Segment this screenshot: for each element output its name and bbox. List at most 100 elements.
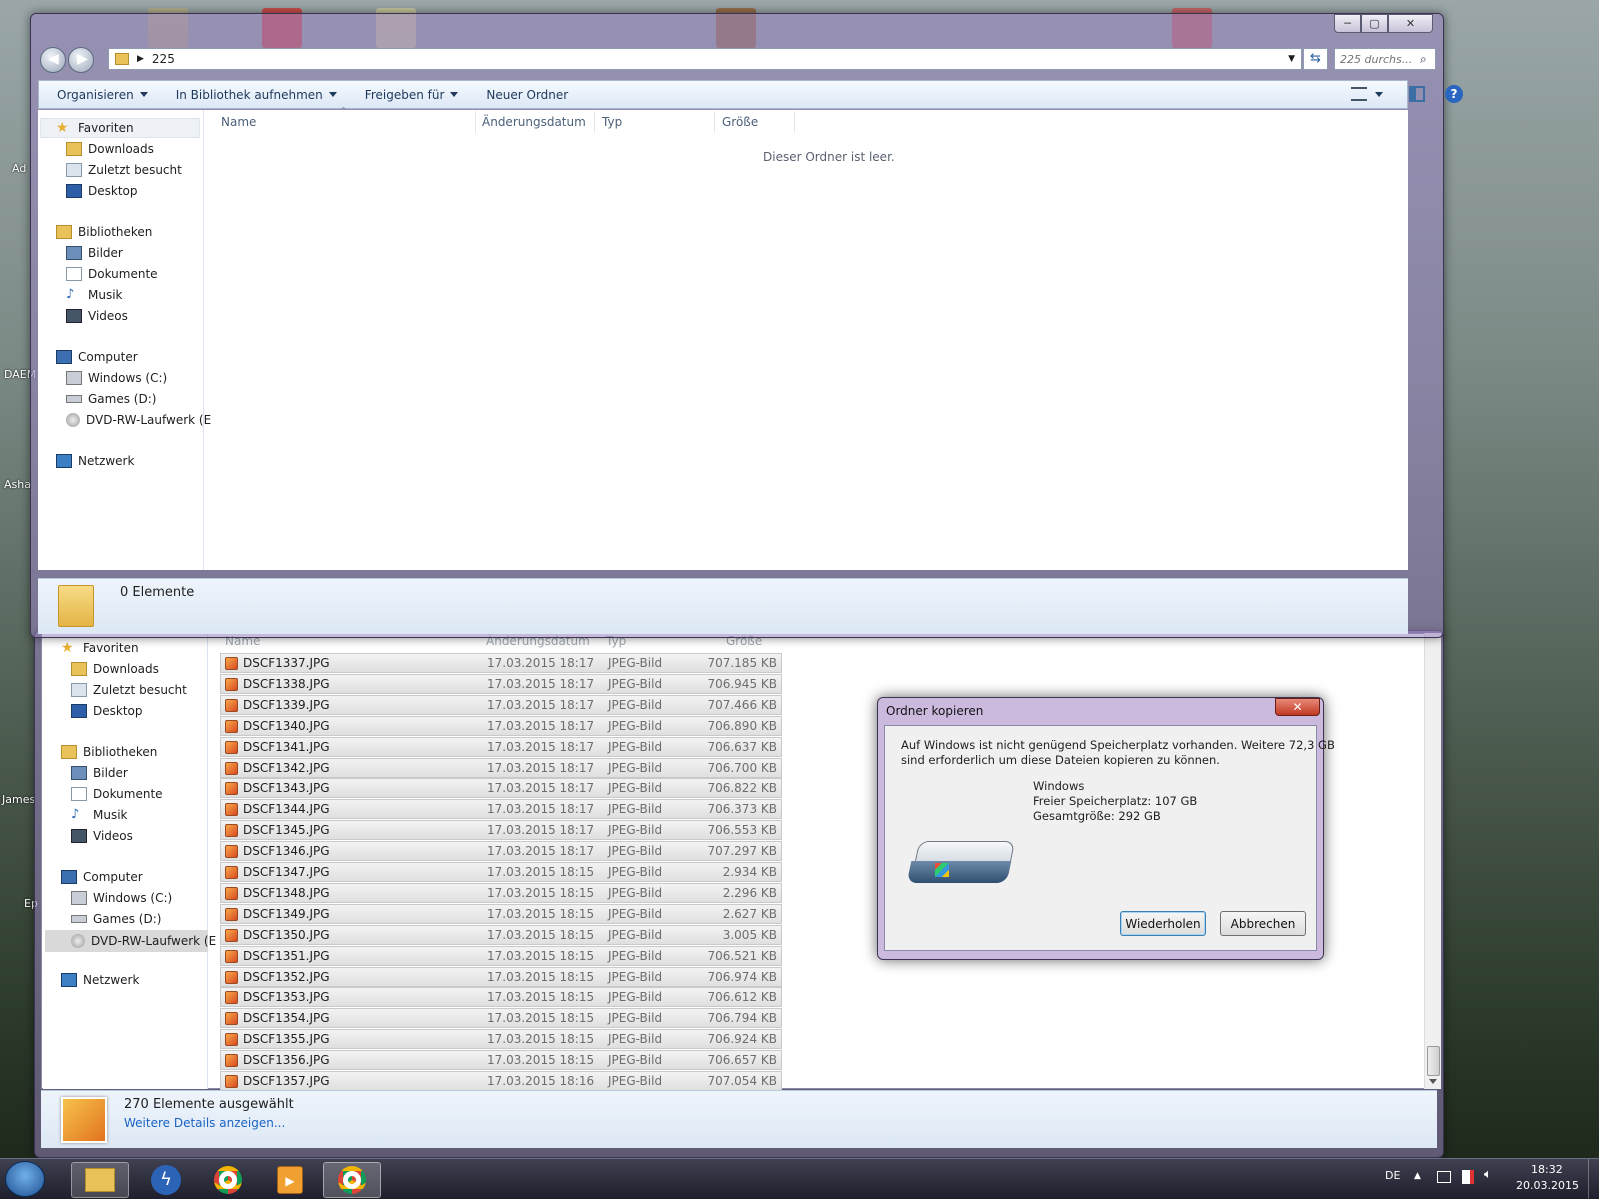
nav-computer[interactable]: Computer (56, 350, 138, 364)
file-row[interactable]: DSCF1344.JPG 17.03.2015 18:17 JPEG-Bild 706… (220, 799, 782, 820)
forward-button[interactable]: ▶ (68, 47, 94, 73)
file-row[interactable]: DSCF1341.JPG 17.03.2015 18:17 JPEG-Bild 706… (220, 736, 782, 757)
language-indicator[interactable]: DE (1385, 1169, 1400, 1182)
nav-drive-d[interactable]: Games (D:) (66, 392, 156, 406)
nav-desktop[interactable]: Desktop (71, 704, 143, 718)
nav-videos[interactable]: Videos (71, 829, 133, 843)
file-row[interactable]: DSCF1340.JPG 17.03.2015 18:17 JPEG-Bild 706… (220, 715, 782, 736)
address-bar[interactable]: ▶ 225 ▼ (108, 48, 1302, 70)
file-row[interactable]: DSCF1355.JPG 17.03.2015 18:15 JPEG-Bild 706… (220, 1029, 782, 1050)
column-separator[interactable] (794, 111, 795, 133)
file-row[interactable]: DSCF1347.JPG 17.03.2015 18:15 JPEG-Bild 2.9… (220, 862, 782, 882)
minimize-button[interactable]: ─ (1334, 14, 1361, 33)
nav-favorites[interactable]: ★ Favoriten (61, 641, 139, 655)
nav-network[interactable]: Netzwerk (61, 973, 139, 987)
file-row[interactable]: DSCF1356.JPG 17.03.2015 18:15 JPEG-Bild 706… (220, 1050, 782, 1071)
scrollbar-thumb[interactable] (1427, 1046, 1440, 1076)
taskbar-media-player[interactable]: ▶ (261, 1162, 319, 1198)
show-desktop-button[interactable] (1588, 1159, 1599, 1199)
start-button[interactable] (5, 1161, 45, 1197)
nav-downloads[interactable]: Downloads (71, 662, 159, 676)
nav-libraries[interactable]: Bibliotheken (56, 225, 152, 239)
taskbar-chrome-active[interactable] (323, 1162, 381, 1198)
file-row[interactable]: DSCF1349.JPG 17.03.2015 18:15 JPEG-Bild 2.6… (220, 903, 782, 924)
retry-button[interactable]: Wiederholen (1120, 911, 1206, 936)
column-header-date[interactable]: Änderungsdatum (482, 115, 586, 129)
clock-time[interactable]: 18:32 (1531, 1163, 1563, 1176)
file-row[interactable]: DSCF1339.JPG 17.03.2015 18:17 JPEG-Bild 707… (220, 694, 782, 715)
include-in-library-menu[interactable]: In Bibliothek aufnehmen (176, 88, 337, 102)
file-row[interactable]: DSCF1343.JPG 17.03.2015 18:17 JPEG-Bild 706… (220, 778, 782, 799)
dialog-close-button[interactable]: ✕ (1275, 698, 1320, 716)
maximize-button[interactable]: ▢ (1361, 14, 1388, 33)
column-separator[interactable] (475, 111, 476, 133)
nav-network[interactable]: Netzwerk (56, 454, 134, 468)
preview-pane-icon[interactable] (1409, 86, 1425, 102)
desktop-icon-label[interactable]: James (2, 793, 35, 806)
column-separator[interactable] (714, 111, 715, 133)
nav-desktop[interactable]: Desktop (66, 184, 138, 198)
nav-favorites[interactable]: ★ Favoriten (56, 121, 134, 135)
file-row[interactable]: DSCF1351.JPG 17.03.2015 18:15 JPEG-Bild 706… (220, 945, 782, 966)
vertical-scrollbar[interactable] (1424, 633, 1441, 1089)
nav-music[interactable]: ♪ Musik (71, 808, 128, 823)
volume-icon[interactable]: 🔈︎ (1484, 1167, 1492, 1182)
nav-computer[interactable]: Computer (61, 870, 143, 884)
file-row[interactable]: DSCF1345.JPG 17.03.2015 18:17 JPEG-Bild 706… (220, 820, 782, 841)
nav-documents[interactable]: Dokumente (66, 267, 158, 281)
search-icon[interactable]: ⌕ (1420, 52, 1427, 67)
cancel-button[interactable]: Abbrechen (1220, 911, 1306, 936)
nav-drive-c[interactable]: Windows (C:) (66, 371, 167, 385)
action-center-flag-icon[interactable] (1462, 1170, 1474, 1184)
nav-recent[interactable]: Zuletzt besucht (66, 163, 182, 177)
file-row[interactable]: DSCF1342.JPG 17.03.2015 18:17 JPEG-Bild 706… (220, 757, 782, 778)
nav-drive-c[interactable]: Windows (C:) (71, 891, 172, 905)
nav-documents[interactable]: Dokumente (71, 787, 163, 801)
nav-music[interactable]: ♪ Musik (66, 288, 123, 303)
column-separator[interactable] (594, 111, 595, 133)
desktop-icon-label[interactable]: Asha (4, 478, 31, 491)
column-header-name[interactable]: Name (221, 115, 256, 129)
close-button[interactable]: ✕ (1388, 14, 1433, 33)
desktop-icon-label[interactable]: Ad (12, 162, 26, 175)
file-row[interactable]: DSCF1352.JPG 17.03.2015 18:15 JPEG-Bild 706… (220, 966, 782, 987)
scroll-down-arrow-icon[interactable] (1429, 1079, 1437, 1084)
taskbar-flash-app[interactable]: ϟ (137, 1162, 195, 1198)
help-icon[interactable]: ? (1445, 85, 1463, 103)
file-row[interactable]: DSCF1337.JPG 17.03.2015 18:17 JPEG-Bild 707… (220, 653, 782, 673)
back-button[interactable]: ◀ (40, 47, 66, 73)
file-row[interactable]: DSCF1348.JPG 17.03.2015 18:15 JPEG-Bild 2.2… (220, 882, 782, 903)
organize-menu[interactable]: Organisieren (57, 88, 148, 102)
nav-recent[interactable]: Zuletzt besucht (71, 683, 187, 697)
nav-drive-d[interactable]: Games (D:) (71, 912, 161, 926)
file-row[interactable]: DSCF1354.JPG 17.03.2015 18:15 JPEG-Bild 706… (220, 1008, 782, 1029)
nav-pictures[interactable]: Bilder (71, 766, 128, 780)
nav-libraries[interactable]: Bibliotheken (61, 745, 157, 759)
nav-pictures[interactable]: Bilder (66, 246, 123, 260)
refresh-button[interactable]: ⇆ (1303, 48, 1328, 70)
network-tray-icon[interactable] (1437, 1171, 1451, 1183)
nav-videos[interactable]: Videos (66, 309, 128, 323)
search-input[interactable] (1340, 52, 1420, 66)
file-row[interactable]: DSCF1357.JPG 17.03.2015 18:16 JPEG-Bild 707… (220, 1071, 782, 1091)
clock-date[interactable]: 20.03.2015 (1516, 1179, 1579, 1192)
file-row[interactable]: DSCF1350.JPG 17.03.2015 18:15 JPEG-Bild 3.0… (220, 924, 782, 945)
breadcrumb[interactable]: 225 (152, 52, 175, 66)
taskbar-chrome[interactable] (199, 1162, 257, 1198)
show-hidden-icons-button[interactable]: ▲ (1414, 1171, 1421, 1181)
view-dropdown-icon[interactable] (1375, 92, 1383, 97)
taskbar-explorer[interactable] (71, 1162, 129, 1198)
address-dropdown-icon[interactable]: ▼ (1288, 54, 1295, 64)
share-with-menu[interactable]: Freigeben für (365, 88, 459, 102)
column-header-size[interactable]: Größe (722, 115, 758, 129)
new-folder-button[interactable]: Neuer Ordner (486, 88, 568, 102)
nav-drive-e[interactable]: DVD-RW-Laufwerk (E (45, 930, 216, 952)
file-row[interactable]: DSCF1346.JPG 17.03.2015 18:17 JPEG-Bild 707… (220, 841, 782, 862)
file-row[interactable]: DSCF1338.JPG 17.03.2015 18:17 JPEG-Bild 706… (220, 673, 782, 694)
view-options-icon[interactable] (1351, 87, 1367, 101)
file-row[interactable]: DSCF1353.JPG 17.03.2015 18:15 JPEG-Bild 706… (220, 987, 782, 1008)
nav-drive-e[interactable]: DVD-RW-Laufwerk (E (66, 413, 211, 427)
search-box[interactable]: ⌕ (1334, 48, 1436, 70)
column-header-type[interactable]: Typ (602, 115, 622, 129)
nav-downloads[interactable]: Downloads (66, 142, 154, 156)
